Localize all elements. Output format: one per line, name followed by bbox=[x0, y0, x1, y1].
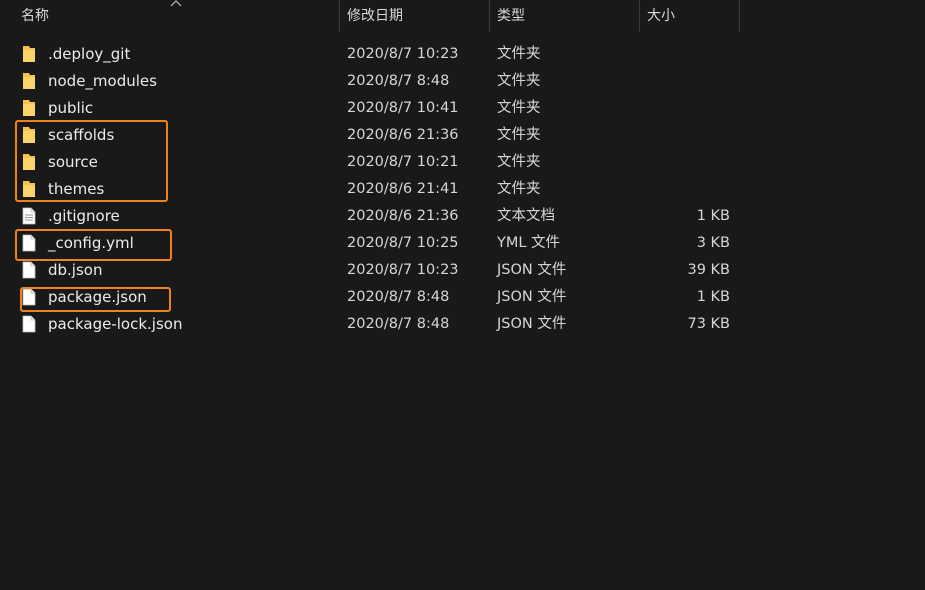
file-size bbox=[640, 68, 730, 95]
file-date: 2020/8/7 10:41 bbox=[347, 100, 459, 116]
file-date: 2020/8/7 8:48 bbox=[347, 289, 450, 305]
file-row[interactable]: db.json 2020/8/7 10:23 JSON 文件 39 KB bbox=[0, 257, 925, 284]
file-explorer: 名称 修改日期 类型 大小 .deploy_git 2020/8/7 10:23 文… bbox=[0, 0, 925, 590]
file-row[interactable]: .deploy_git 2020/8/7 10:23 文件夹 bbox=[0, 41, 925, 68]
sort-ascending-icon bbox=[170, 0, 182, 7]
file-size bbox=[640, 176, 730, 203]
file-type: YML 文件 bbox=[497, 235, 561, 251]
highlight-box-config bbox=[15, 229, 172, 261]
column-header-name[interactable]: 名称 bbox=[0, 0, 340, 32]
file-date: 2020/8/7 8:48 bbox=[347, 316, 450, 332]
file-type: 文本文档 bbox=[497, 208, 555, 224]
file-size: 73 KB bbox=[687, 316, 730, 332]
column-header-date[interactable]: 修改日期 bbox=[340, 0, 490, 32]
file-size bbox=[640, 149, 730, 176]
folder-icon bbox=[22, 41, 40, 68]
column-header: 名称 修改日期 类型 大小 bbox=[0, 0, 925, 32]
file-row[interactable]: node_modules 2020/8/7 8:48 文件夹 bbox=[0, 68, 925, 95]
file-type: 文件夹 bbox=[497, 127, 541, 143]
file-name: node_modules bbox=[48, 72, 157, 90]
column-header-type-label: 类型 bbox=[497, 8, 525, 24]
file-name: public bbox=[48, 99, 94, 117]
highlight-box-folders bbox=[15, 120, 168, 202]
file-name: package-lock.json bbox=[48, 315, 183, 333]
file-size: 3 KB bbox=[696, 235, 730, 251]
text-file-icon bbox=[22, 203, 40, 230]
file-date: 2020/8/7 10:21 bbox=[347, 154, 459, 170]
column-header-type[interactable]: 类型 bbox=[490, 0, 640, 32]
file-size bbox=[640, 95, 730, 122]
file-date: 2020/8/7 10:23 bbox=[347, 46, 459, 62]
file-size: 1 KB bbox=[696, 208, 730, 224]
file-row[interactable]: .gitignore 2020/8/6 21:36 文本文档 1 KB bbox=[0, 203, 925, 230]
file-date: 2020/8/7 8:48 bbox=[347, 73, 450, 89]
file-date: 2020/8/7 10:25 bbox=[347, 235, 459, 251]
column-header-size[interactable]: 大小 bbox=[640, 0, 740, 32]
file-type: 文件夹 bbox=[497, 73, 541, 89]
file-icon bbox=[22, 311, 40, 338]
file-date: 2020/8/6 21:41 bbox=[347, 181, 459, 197]
file-size bbox=[640, 122, 730, 149]
file-name: db.json bbox=[48, 261, 103, 279]
file-type: JSON 文件 bbox=[497, 262, 567, 278]
column-header-size-label: 大小 bbox=[647, 8, 675, 24]
file-name: .deploy_git bbox=[48, 45, 131, 63]
folder-icon bbox=[22, 68, 40, 95]
file-icon bbox=[22, 257, 40, 284]
file-size: 39 KB bbox=[687, 262, 730, 278]
file-type: 文件夹 bbox=[497, 154, 541, 170]
folder-icon bbox=[22, 95, 40, 122]
column-header-name-label: 名称 bbox=[21, 8, 49, 24]
file-date: 2020/8/7 10:23 bbox=[347, 262, 459, 278]
file-type: JSON 文件 bbox=[497, 316, 567, 332]
column-header-date-label: 修改日期 bbox=[347, 8, 403, 24]
highlight-box-package bbox=[20, 287, 171, 312]
file-type: 文件夹 bbox=[497, 46, 541, 62]
file-size bbox=[640, 41, 730, 68]
file-size: 1 KB bbox=[696, 289, 730, 305]
file-date: 2020/8/6 21:36 bbox=[347, 208, 459, 224]
file-date: 2020/8/6 21:36 bbox=[347, 127, 459, 143]
file-row[interactable]: package-lock.json 2020/8/7 8:48 JSON 文件 73 … bbox=[0, 311, 925, 338]
file-name: .gitignore bbox=[48, 207, 120, 225]
file-type: 文件夹 bbox=[497, 100, 541, 116]
file-type: 文件夹 bbox=[497, 181, 541, 197]
file-row[interactable]: public 2020/8/7 10:41 文件夹 bbox=[0, 95, 925, 122]
file-type: JSON 文件 bbox=[497, 289, 567, 305]
